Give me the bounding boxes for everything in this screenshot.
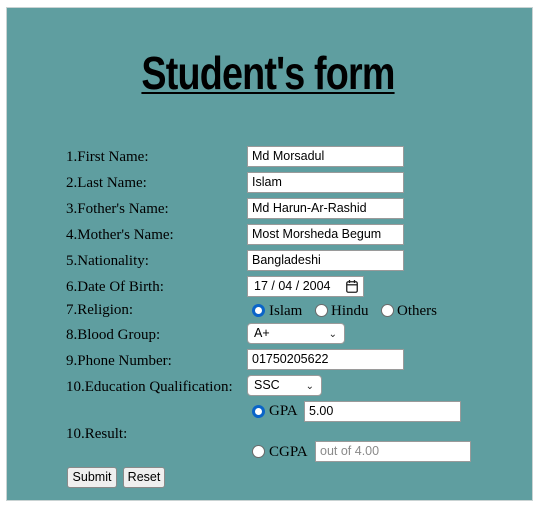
calendar-icon[interactable] [346, 280, 358, 293]
nationality-input[interactable]: Bangladeshi [247, 250, 404, 271]
dob-month: 04 [278, 279, 293, 293]
religion-hindu-radio[interactable] [315, 304, 328, 317]
dob-day: 17 [254, 279, 268, 293]
religion-others-radio[interactable] [381, 304, 394, 317]
chevron-down-icon: ⌄ [305, 381, 314, 392]
religion-islam-label: Islam [269, 303, 303, 319]
result-label: 10.Result: [66, 426, 128, 442]
dob-year: 2004 [302, 279, 331, 293]
phone-input[interactable]: 01750205622 [247, 349, 404, 370]
blood-group-select[interactable]: A+ ⌄ [247, 323, 345, 344]
cgpa-radio[interactable] [252, 445, 265, 458]
blood-group-value: A+ [254, 326, 270, 340]
cgpa-placeholder: out of 4.00 [320, 444, 380, 458]
last-name-label: 2.Last Name: [66, 175, 147, 191]
blood-group-label: 8.Blood Group: [66, 327, 161, 343]
father-name-label: 3.Fother's Name: [66, 201, 169, 217]
religion-islam-radio[interactable] [252, 304, 265, 317]
education-label: 10.Education Qualification: [66, 379, 233, 395]
cgpa-input[interactable]: out of 4.00 [315, 441, 471, 462]
education-value: SSC [254, 378, 280, 392]
submit-button[interactable]: Submit [67, 467, 117, 488]
father-name-input[interactable]: Md Harun-Ar-Rashid [247, 198, 404, 219]
cgpa-label: CGPA [269, 444, 308, 460]
dob-sep-2: / [295, 279, 303, 293]
phone-label: 9.Phone Number: [66, 353, 172, 369]
gpa-input[interactable]: 5.00 [304, 401, 461, 422]
religion-label: 7.Religion: [66, 302, 134, 318]
gpa-radio[interactable] [252, 405, 265, 418]
mother-name-label: 4.Mother's Name: [66, 227, 174, 243]
first-name-label: 1.First Name: [66, 149, 149, 165]
chevron-down-icon: ⌄ [328, 329, 337, 340]
gpa-label: GPA [269, 403, 298, 419]
religion-hindu-label: Hindu [331, 303, 369, 319]
education-select[interactable]: SSC ⌄ [247, 375, 322, 396]
last-name-input[interactable]: Islam [247, 172, 404, 193]
reset-button[interactable]: Reset [123, 467, 165, 488]
dob-input[interactable]: 17 / 04 / 2004 [247, 276, 364, 297]
religion-others-label: Others [397, 303, 437, 319]
form-title: Student's form [141, 47, 395, 99]
mother-name-input[interactable]: Most Morsheda Begum [247, 224, 404, 245]
dob-label: 6.Date Of Birth: [66, 279, 164, 295]
first-name-input[interactable]: Md Morsadul [247, 146, 404, 167]
nationality-label: 5.Nationality: [66, 253, 149, 269]
